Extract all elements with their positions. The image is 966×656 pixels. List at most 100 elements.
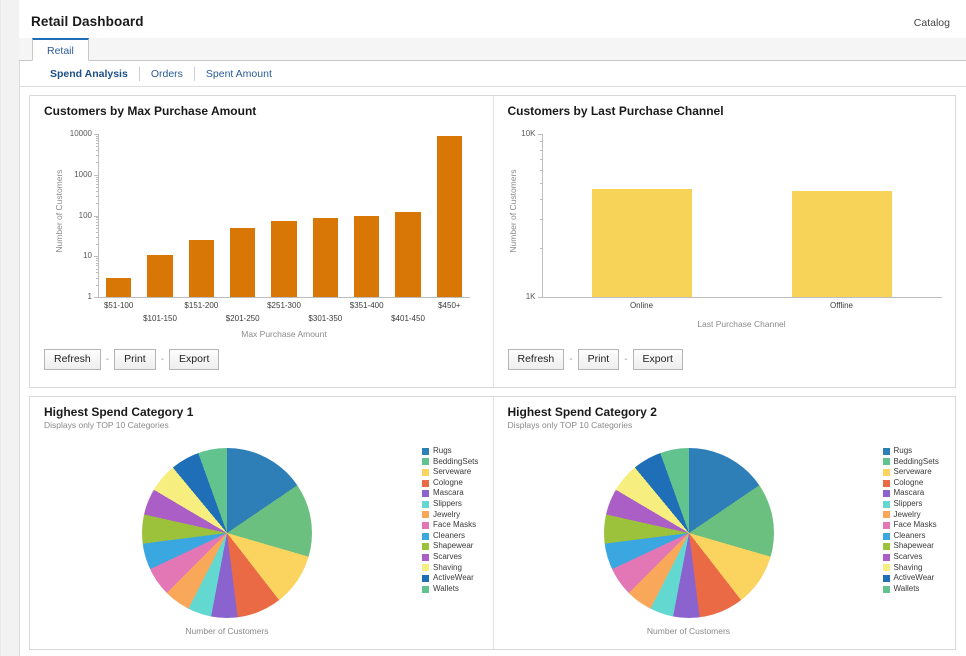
chart-actions-right: Refresh - Print - Export: [507, 349, 683, 370]
legend-swatch-icon: [882, 468, 890, 476]
legend-label: Scarves: [433, 551, 462, 561]
bar: [147, 254, 173, 297]
legend-swatch-icon: [882, 532, 890, 540]
legend-swatch-icon: [882, 458, 890, 466]
legend-label: Shapewear: [893, 541, 934, 551]
legend-label: Shaving: [893, 562, 923, 572]
legend-swatch-icon: [422, 521, 429, 529]
legend-label: Cleaners: [893, 530, 926, 540]
pie-graphic: [603, 448, 774, 618]
legend-swatch-icon: [882, 511, 890, 519]
legend-label: Slippers: [433, 498, 462, 508]
pie-chart-spend-category-1: Rugs BeddingSets Serveware Cologne Mascara Sl…: [30, 430, 493, 645]
legend-item[interactable]: ActiveWear: [882, 573, 939, 584]
legend-label: ActiveWear: [433, 573, 474, 583]
tab-spend-analysis[interactable]: Spend Analysis: [39, 67, 139, 81]
bar: [791, 190, 892, 297]
bar: [105, 277, 132, 297]
legend-swatch-icon: [422, 585, 429, 593]
legend-item[interactable]: Shapewear: [422, 541, 478, 552]
legend-item[interactable]: Wallets: [882, 584, 939, 595]
y-axis-label: Number of Customers: [54, 168, 64, 253]
legend-item[interactable]: Face Masks: [422, 520, 478, 531]
print-button[interactable]: Print: [114, 349, 156, 370]
x-tick-label: $351-400: [349, 301, 384, 310]
tab-retail[interactable]: Retail: [32, 38, 89, 61]
legend-label: Mascara: [433, 488, 464, 498]
pie-graphic: [142, 448, 312, 618]
pie-legend-1: Rugs BeddingSets Serveware Cologne Mascara Sl…: [422, 446, 478, 594]
legend-item[interactable]: Face Masks: [882, 520, 939, 531]
legend-label: Serveware: [893, 467, 932, 477]
legend-item[interactable]: BeddingSets: [422, 457, 478, 468]
legend-swatch-icon: [882, 574, 890, 582]
legend-item[interactable]: Rugs: [422, 446, 478, 457]
chart-card-max-purchase-amount: Customers by Max Purchase Amount 1 10 100 1…: [30, 96, 493, 387]
x-tick-label: $201-250: [225, 314, 260, 323]
print-button[interactable]: Print: [577, 349, 620, 370]
legend-label: Shapewear: [433, 541, 474, 551]
button-separator: -: [105, 354, 110, 365]
chart-card-spend-category-1: Highest Spend Category 1 Displays only T…: [30, 397, 493, 649]
legend-item[interactable]: Cleaners: [882, 530, 939, 542]
legend-item[interactable]: Mascara: [882, 488, 939, 499]
legend-swatch-icon: [422, 479, 429, 487]
catalog-link[interactable]: Catalog: [914, 17, 950, 29]
dashboard-page: Retail Dashboard Catalog Retail Spend An…: [1, 0, 966, 656]
pie-caption-2: Number of Customers: [646, 626, 731, 636]
legend-item[interactable]: Cologne: [422, 478, 478, 489]
tab-orders[interactable]: Orders: [138, 66, 194, 81]
x-tick-label: Offline: [830, 301, 853, 310]
bar: [188, 240, 215, 297]
x-axis-label: Last Purchase Channel: [697, 319, 786, 329]
export-button[interactable]: Export: [169, 349, 220, 370]
legend-label: Mascara: [893, 488, 925, 498]
main-tab-strip: Retail: [19, 38, 966, 61]
legend-item[interactable]: Scarves: [422, 552, 478, 563]
export-button[interactable]: Export: [632, 349, 683, 370]
legend-swatch-icon: [422, 458, 429, 466]
legend-item[interactable]: BeddingSets: [882, 457, 939, 468]
refresh-button[interactable]: Refresh: [44, 349, 101, 370]
legend-label: Wallets: [433, 583, 459, 593]
bar: [395, 212, 421, 297]
x-tick-label: $450+: [438, 301, 461, 310]
bar: [312, 218, 339, 297]
legend-item[interactable]: Serveware: [882, 467, 939, 478]
legend-swatch-icon: [882, 490, 890, 498]
legend-swatch-icon: [882, 543, 890, 551]
tab-spent-amount[interactable]: Spent Amount: [193, 66, 283, 81]
legend-item[interactable]: Shaving: [882, 562, 939, 574]
x-tick-label: Online: [629, 301, 654, 310]
button-separator: -: [624, 354, 628, 365]
legend-item[interactable]: Shapewear: [882, 541, 939, 552]
legend-item[interactable]: Serveware: [422, 467, 478, 478]
legend-label: Cologne: [433, 477, 463, 487]
legend-item[interactable]: Jewelry: [422, 510, 478, 521]
legend-item[interactable]: Slippers: [882, 499, 939, 510]
x-axis-label: Max Purchase Amount: [241, 329, 327, 339]
legend-item[interactable]: Shaving: [422, 563, 478, 574]
bar: [591, 188, 692, 297]
legend-swatch-icon: [882, 447, 890, 455]
legend-swatch-icon: [882, 500, 890, 508]
legend-swatch-icon: [422, 511, 429, 519]
bar-chart-max-purchase-amount: 1 10 100 1000 10000 $51-100 $101-150 $151-200 $2…: [30, 118, 493, 343]
legend-label: Serveware: [433, 467, 472, 477]
bar-charts-panel: Customers by Max Purchase Amount 1 10 100 1…: [29, 95, 956, 388]
x-tick-label: $251-300: [267, 301, 301, 310]
legend-item[interactable]: Jewelry: [882, 510, 939, 521]
legend-item[interactable]: Slippers: [422, 499, 478, 510]
legend-item[interactable]: Cleaners: [422, 531, 478, 542]
refresh-button[interactable]: Refresh: [507, 349, 565, 370]
legend-item[interactable]: Rugs: [882, 446, 939, 457]
chart-actions-left: Refresh - Print - Export: [44, 349, 220, 370]
legend-item[interactable]: Cologne: [882, 478, 939, 489]
legend-item[interactable]: Scarves: [882, 552, 939, 563]
legend-item[interactable]: Wallets: [422, 584, 478, 595]
chart-title-spend-category-2: Highest Spend Category 2: [507, 405, 657, 419]
legend-item[interactable]: Mascara: [422, 488, 478, 499]
x-tick-label: $51-100: [103, 301, 134, 310]
legend-item[interactable]: ActiveWear: [422, 573, 478, 584]
top-bar: Retail Dashboard Catalog: [19, 0, 966, 38]
